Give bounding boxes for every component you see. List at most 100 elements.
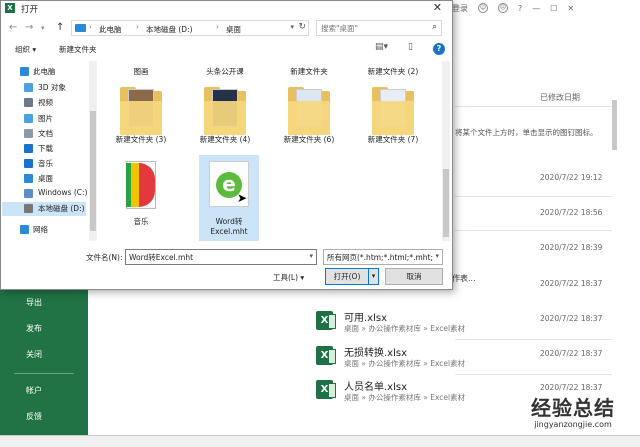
open-options-chevron-icon[interactable]: ▾ [369, 268, 379, 285]
view-options-icon[interactable]: ▤▾ [375, 42, 388, 52]
chevron-down-icon[interactable]: ▾ [435, 252, 439, 260]
breadcrumb-drive-d[interactable]: 本地磁盘 (D:) [146, 24, 193, 35]
recent-locations-icon[interactable]: ▾ [41, 21, 45, 35]
sign-in-link[interactable]: 登录 [452, 3, 468, 14]
new-folder-button[interactable]: 新建文件夹 [59, 44, 97, 55]
sidebar-item-downloads[interactable]: 下载 [2, 142, 86, 156]
folder-label: 图画 [133, 67, 149, 76]
sidebar-item-drive-d[interactable]: 本地磁盘 (D:) [2, 202, 86, 216]
sidebar-item-label: 桌面 [38, 174, 53, 183]
nav-publish[interactable]: 发布 [0, 316, 88, 342]
recent-file-date: 2020/7/22 18:37 [540, 314, 603, 323]
sidebar-scroll-thumb[interactable] [90, 111, 96, 231]
drive-c-icon [24, 189, 33, 198]
sidebar-item-documents[interactable]: 文档 [2, 127, 86, 141]
frown-icon[interactable]: ☹ [498, 3, 508, 13]
minimize-icon[interactable]: — [532, 4, 540, 13]
crumb-separator-icon[interactable]: › [216, 23, 219, 31]
filetype-select[interactable]: 所有网页(*.htm;*.html;*.mht;*.m ▾ [323, 249, 443, 265]
file-view-scrollbar[interactable] [442, 61, 450, 241]
filename-input[interactable] [129, 251, 299, 263]
excel-file-icon: X [316, 311, 336, 330]
recent-scrollbar[interactable] [612, 100, 617, 150]
tools-menu[interactable]: 工具(L) ▾ [273, 272, 304, 283]
breadcrumb-pc[interactable]: 此电脑 [99, 24, 122, 35]
crumb-separator-icon[interactable]: › [89, 23, 92, 31]
organize-menu[interactable]: 组织 ▾ [15, 44, 36, 55]
file-label: 音乐 [133, 217, 149, 226]
smile-icon[interactable]: ☺ [478, 3, 488, 13]
recent-file-row[interactable]: X 可用.xlsx 桌面 » 办公操作素材库 » Excel素材 2020/7/… [316, 309, 616, 339]
sidebar-item-label: 文档 [38, 129, 53, 138]
sidebar-item-videos[interactable]: 视频 [2, 96, 86, 110]
folder-icon [288, 87, 330, 135]
breadcrumb-desktop[interactable]: 桌面 [226, 24, 241, 35]
folder-item[interactable]: 新建文件夹 (7) [357, 87, 429, 145]
preview-pane-icon[interactable]: ▯ [408, 42, 413, 52]
filename-row: 文件名(N): ▾ 所有网页(*.htm;*.html;*.mht;*.m ▾ [1, 248, 452, 266]
nav-export[interactable]: 导出 [0, 290, 88, 316]
sidebar-item-music[interactable]: 音乐 [2, 157, 86, 171]
nav-feedback[interactable]: 反馈 [0, 404, 88, 430]
folder-item[interactable]: 头条公开课 [189, 67, 261, 77]
crumb-separator-icon[interactable]: › [136, 23, 139, 31]
desktop-icon [24, 174, 33, 183]
refresh-icon[interactable]: ↻ [298, 22, 306, 32]
search-icon[interactable]: ⌕ [432, 22, 437, 32]
sidebar-item-drive-c[interactable]: Windows (C:) [2, 187, 87, 201]
folder-item[interactable]: 新建文件夹 (6) [273, 87, 345, 145]
filetype-value: 所有网页(*.htm;*.html;*.mht;*.m [327, 253, 433, 262]
address-bar[interactable]: › 此电脑 › 本地磁盘 (D:) › 桌面 ▾ ↻ [71, 20, 309, 36]
mouse-cursor-icon: ➤ [237, 191, 248, 205]
nav-close[interactable]: 关闭 [0, 342, 88, 368]
sidebar-item-desktop[interactable]: 桌面 [2, 172, 86, 186]
selected-file-item[interactable]: e Word转 Excel.mht [199, 155, 259, 241]
folder-item[interactable]: 新建文件夹 (3) [105, 87, 177, 145]
recent-file-name: 可用.xlsx [344, 313, 388, 324]
open-file-dialog: X 打开 ✕ ← → ▾ ↑ › 此电脑 › 本地磁盘 (D:) › 桌面 ▾ … [0, 0, 453, 290]
modified-date-header: 已修改日期 [540, 93, 580, 102]
folder-icon [204, 87, 246, 135]
horizontal-scrollbar[interactable] [0, 435, 640, 447]
sidebar-item-pictures[interactable]: 图片 [2, 112, 86, 126]
navigation-pane: 此电脑 3D 对象 视频 图片 文档 下载 音乐 桌面 Windows (C:)… [2, 61, 88, 241]
forward-arrow-icon[interactable]: → [25, 21, 33, 35]
recent-file-date: 2020/7/22 18:37 [540, 383, 603, 392]
excel-app-icon: X [5, 3, 15, 13]
recent-date: 2020/7/22 18:37 [540, 279, 603, 288]
button-row: 工具(L) ▾ 打开(O) ▾ 取消 [1, 268, 452, 286]
sidebar-scrollbar[interactable] [89, 61, 97, 241]
folder-item[interactable]: 新建文件夹 (4) [189, 87, 261, 145]
sidebar-item-label: 本地磁盘 (D:) [38, 204, 85, 213]
open-button[interactable]: 打开(O) [325, 268, 369, 285]
folder-item[interactable]: 新建文件夹 [273, 67, 345, 77]
back-arrow-icon[interactable]: ← [9, 21, 17, 35]
sidebar-item-this-pc[interactable]: 此电脑 [2, 65, 86, 79]
help-icon[interactable]: ? [518, 4, 522, 13]
documents-icon [24, 129, 33, 138]
sidebar-item-network[interactable]: 网络 [2, 223, 86, 237]
dialog-close-icon[interactable]: ✕ [433, 1, 442, 15]
divider [455, 339, 612, 340]
help-icon[interactable]: ? [433, 43, 445, 55]
nav-account[interactable]: 帐户 [0, 378, 88, 404]
restore-icon[interactable]: ☐ [550, 4, 557, 13]
sidebar-item-3d-objects[interactable]: 3D 对象 [2, 81, 86, 95]
close-window-icon[interactable]: ✕ [567, 4, 574, 13]
sidebar-item-label: 视频 [38, 98, 53, 107]
cancel-button[interactable]: 取消 [385, 268, 443, 285]
file-view-scroll-thumb[interactable] [443, 169, 449, 237]
chevron-down-icon[interactable]: ▾ [309, 252, 313, 260]
chevron-down-icon[interactable]: ▾ [290, 23, 294, 31]
watermark-title: 经验总结 [531, 396, 615, 420]
recent-file-row[interactable]: X 无损转换.xlsx 桌面 » 办公操作素材库 » Excel素材 2020/… [316, 344, 616, 374]
up-arrow-icon[interactable]: ↑ [56, 21, 64, 35]
music-icon [24, 159, 33, 168]
filename-combobox: ▾ [125, 249, 317, 265]
folder-item[interactable]: 新建文件夹 (2) [357, 67, 429, 77]
folder-label: 新建文件夹 [290, 67, 328, 76]
3d-objects-icon [24, 83, 33, 92]
music-file-item[interactable]: 音乐 [105, 161, 177, 227]
search-input[interactable] [321, 22, 425, 34]
folder-item[interactable]: 图画 [105, 67, 177, 77]
